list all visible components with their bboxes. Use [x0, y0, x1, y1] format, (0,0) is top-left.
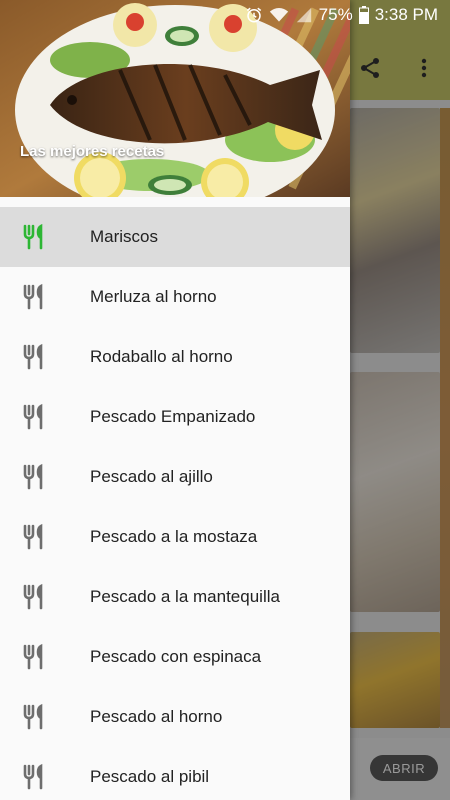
drawer-header-title: Las mejores recetas	[20, 143, 165, 160]
status-bar: 75% 3:38 PM	[0, 0, 450, 30]
alarm-icon	[245, 6, 263, 24]
drawer-item-label: Pescado con espinaca	[90, 647, 262, 666]
drawer-item-label: Pescado al horno	[90, 707, 223, 726]
drawer-item-label: Pescado a la mostaza	[90, 527, 258, 546]
wifi-icon	[269, 6, 289, 24]
drawer-item-label: Merluza al horno	[90, 287, 217, 306]
signal-icon	[295, 6, 313, 24]
drawer-item-label: Mariscos	[90, 227, 159, 246]
fork-knife-icon	[22, 763, 48, 790]
navigation-drawer: Las mejores recetas Mariscos Merluza al h…	[0, 0, 350, 800]
fork-knife-icon	[22, 583, 48, 610]
fork-knife-icon	[22, 463, 48, 490]
fork-knife-icon	[22, 643, 48, 670]
drawer-item[interactable]: Pescado al pibil	[0, 747, 350, 800]
drawer-item-label: Pescado al ajillo	[90, 467, 213, 486]
drawer-item[interactable]: Rodaballo al horno	[0, 327, 350, 387]
drawer-item[interactable]: Pescado a la mostaza	[0, 507, 350, 567]
fork-knife-icon	[22, 283, 48, 310]
drawer-item-label: Pescado al pibil	[90, 767, 210, 786]
fork-knife-icon	[22, 403, 48, 430]
drawer-item[interactable]: Mariscos	[0, 207, 350, 267]
drawer-item[interactable]: Merluza al horno	[0, 267, 350, 327]
fork-knife-icon	[22, 703, 48, 730]
battery-percent: 75%	[318, 5, 353, 24]
drawer-item-label: Rodaballo al horno	[90, 347, 233, 366]
fork-knife-icon	[22, 523, 48, 550]
battery-icon	[358, 6, 369, 24]
drawer-item[interactable]: Pescado con espinaca	[0, 627, 350, 687]
drawer-menu: Mariscos Merluza al horno Rodaballo al hor…	[0, 207, 350, 800]
drawer-item[interactable]: Pescado al ajillo	[0, 447, 350, 507]
drawer-item-label: Pescado a la mantequilla	[90, 587, 280, 606]
drawer-item-label: Pescado Empanizado	[90, 407, 256, 426]
drawer-item[interactable]: Pescado a la mantequilla	[0, 567, 350, 627]
drawer-item[interactable]: Pescado al horno	[0, 687, 350, 747]
fork-knife-icon	[22, 343, 48, 370]
clock-time: 3:38 PM	[374, 5, 438, 24]
drawer-item[interactable]: Pescado Empanizado	[0, 387, 350, 447]
fork-knife-icon	[22, 223, 48, 250]
